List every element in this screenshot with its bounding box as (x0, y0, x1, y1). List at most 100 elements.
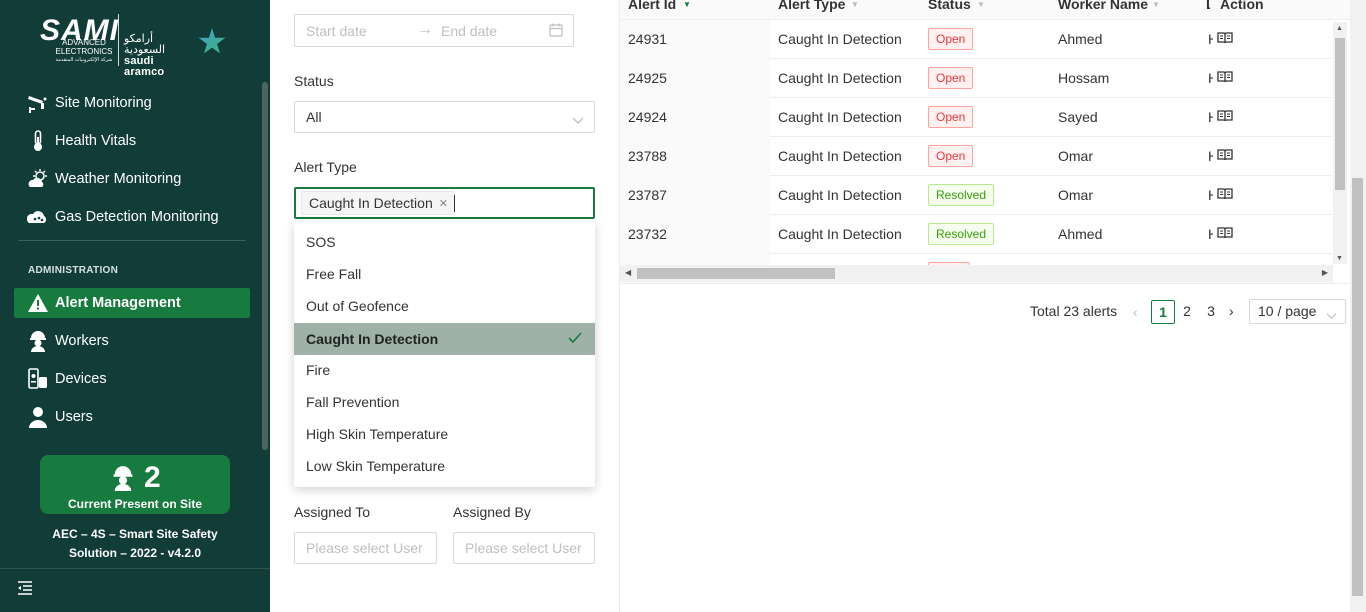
table-row[interactable]: 23787 Caught In Detection Resolved Omar H (620, 176, 1332, 215)
page-2-button[interactable]: 2 (1175, 300, 1199, 324)
alert-id-cell: 24924 (628, 109, 667, 125)
previous-page-button[interactable]: ‹ (1133, 304, 1138, 320)
alert-type-cell: Caught In Detection (778, 31, 902, 47)
book-details-icon[interactable] (1217, 226, 1233, 242)
book-details-icon[interactable] (1217, 31, 1233, 47)
total-alerts-count: Total 23 alerts (1030, 303, 1118, 319)
table-row[interactable]: 23788 Caught In Detection Open Omar H (620, 137, 1332, 176)
alert-type-cell: Caught In Detection (778, 70, 902, 86)
option-sos[interactable]: SOS (294, 226, 595, 258)
option-fall-prevention[interactable]: Fall Prevention (294, 386, 595, 418)
footer-line2: Solution – 2022 - v4.2.0 (68, 546, 202, 560)
status-label: Status (294, 73, 334, 89)
sidebar-item-workers[interactable]: Workers (14, 326, 250, 356)
date-range-picker[interactable]: Start date → End date (294, 14, 574, 47)
option-label: Caught In Detection (306, 331, 439, 347)
sort-down-icon[interactable]: ▼ (683, 0, 691, 9)
next-page-button[interactable]: › (1229, 303, 1234, 319)
table-vertical-scrollbar[interactable]: ▲ ▼ (1333, 22, 1347, 264)
book-details-icon[interactable] (1217, 70, 1233, 86)
scrollbar-thumb[interactable] (1335, 38, 1345, 190)
option-out-of-geofence[interactable]: Out of Geofence (294, 290, 595, 322)
status-badge: Resolved (928, 184, 995, 206)
sidebar-item-gas-detection[interactable]: Gas Detection Monitoring (14, 202, 250, 232)
option-free-fall[interactable]: Free Fall (294, 258, 595, 290)
worker-name-cell: Omar (1058, 187, 1093, 203)
sidebar-scrollbar[interactable] (262, 82, 268, 450)
sidebar-item-devices[interactable]: Devices (14, 364, 250, 394)
header-truncated: L (1206, 0, 1210, 12)
option-fire[interactable]: Fire (294, 354, 595, 386)
table-row[interactable]: 24925 Caught In Detection Open Hossam H (620, 59, 1332, 98)
scrollbar-thumb[interactable] (1352, 178, 1363, 596)
option-caught-in-detection[interactable]: Caught In Detection (294, 323, 595, 355)
brand-logo: SAMI ADVANCED ELECTRONICS شركة الإلكترون… (38, 12, 233, 78)
status-badge: Resolved (928, 223, 995, 245)
sort-down-icon[interactable]: ▼ (851, 0, 859, 9)
present-label: Current Present on Site (67, 497, 203, 511)
alert-type-cell: Caught In Detection (778, 148, 902, 164)
advanced-line1: ADVANCED (62, 38, 106, 47)
menu-fold-icon[interactable] (17, 581, 33, 600)
header-action: Action (1220, 0, 1264, 12)
sidebar-item-label: Health Vitals (55, 133, 137, 149)
table-row[interactable]: 24931 Caught In Detection Open Ahmed H (620, 20, 1332, 59)
scroll-left-icon[interactable]: ◀ (625, 268, 631, 277)
sort-down-icon[interactable]: ▼ (1152, 0, 1160, 9)
sort-down-icon[interactable]: ▼ (977, 0, 985, 9)
page-1-button[interactable]: 1 (1151, 300, 1175, 324)
action-cell: H (1208, 148, 1233, 164)
assigned-to-select[interactable]: Please select User (294, 532, 437, 564)
alert-type-cell: Caught In Detection (778, 187, 902, 203)
table-row[interactable]: 24924 Caught In Detection Open Sayed H (620, 98, 1332, 137)
table-horizontal-scrollbar[interactable]: ◀ ▶ (620, 265, 1333, 282)
table-row[interactable] (620, 254, 1332, 265)
start-date-input[interactable]: Start date (306, 23, 367, 39)
book-details-icon[interactable] (1217, 148, 1233, 164)
calendar-icon (549, 23, 563, 40)
sidebar-item-site-monitoring[interactable]: Site Monitoring (14, 88, 250, 118)
scroll-down-icon[interactable]: ▼ (1336, 255, 1343, 262)
option-low-skin-temperature[interactable]: Low Skin Temperature (294, 450, 595, 482)
close-icon[interactable]: ✕ (439, 197, 448, 210)
scroll-up-icon[interactable]: ▲ (1336, 25, 1343, 32)
alerts-table: Alert Id ▼ Alert Type ▼ Status ▼ Worker … (620, 0, 1350, 265)
header-alert-id[interactable]: Alert Id (628, 0, 676, 12)
sidebar-item-alert-management[interactable]: Alert Management (14, 288, 250, 318)
advanced-line2: ELECTRONICS (55, 47, 113, 56)
alert-id-cell: 23787 (628, 187, 667, 203)
gas-cloud-icon (26, 206, 50, 228)
truncated-cell: H (1208, 109, 1213, 125)
header-worker-name[interactable]: Worker Name (1058, 0, 1148, 12)
sidebar-item-label: Site Monitoring (55, 95, 152, 111)
sidebar-item-health-vitals[interactable]: Health Vitals (14, 126, 250, 156)
header-status[interactable]: Status (928, 0, 971, 12)
page-3-button[interactable]: 3 (1199, 300, 1223, 324)
header-alert-type[interactable]: Alert Type (778, 0, 845, 12)
scroll-right-icon[interactable]: ▶ (1322, 268, 1328, 277)
alert-type-select[interactable]: Caught In Detection ✕ (294, 187, 595, 219)
alert-type-label: Alert Type (294, 159, 357, 175)
status-select[interactable]: All (294, 101, 595, 133)
sidebar-item-weather-monitoring[interactable]: Weather Monitoring (14, 164, 250, 194)
scrollbar-thumb[interactable] (637, 268, 835, 279)
table-row[interactable]: 23732 Caught In Detection Resolved Ahmed H (620, 215, 1332, 254)
assigned-by-select[interactable]: Please select User (453, 532, 595, 564)
sidebar-item-label: Weather Monitoring (55, 171, 182, 187)
book-details-icon[interactable] (1217, 109, 1233, 125)
sidebar-item-users[interactable]: Users (14, 402, 250, 432)
page-scrollbar[interactable] (1350, 0, 1366, 612)
worker-name-cell: Ahmed (1058, 31, 1103, 47)
end-date-input[interactable]: End date (441, 23, 497, 39)
status-badge: Open (928, 28, 974, 50)
sidebar-item-label: Alert Management (55, 295, 181, 311)
worker-name-cell: Hossam (1058, 70, 1110, 86)
status-badge: Open (928, 145, 974, 167)
page-size-value: 10 / page (1258, 303, 1317, 319)
weather-sun-cloud-icon (26, 168, 50, 190)
alert-type-cell: Caught In Detection (778, 109, 902, 125)
book-details-icon[interactable] (1217, 187, 1233, 203)
text-caret (454, 195, 455, 212)
page-size-select[interactable]: 10 / page (1249, 299, 1346, 324)
option-high-skin-temperature[interactable]: High Skin Temperature (294, 418, 595, 450)
